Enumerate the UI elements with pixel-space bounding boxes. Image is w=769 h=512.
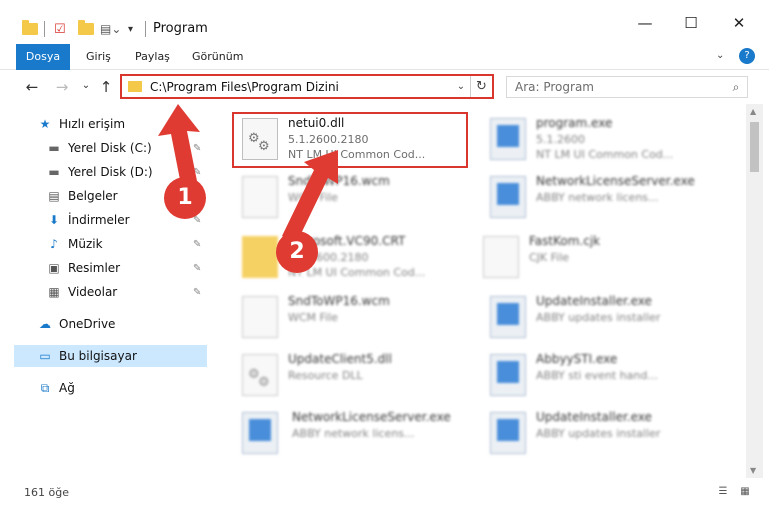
step-badge-1: 1	[164, 177, 206, 219]
annotation-arrows	[158, 104, 338, 244]
arrow-2-icon	[282, 150, 338, 244]
step-badge-2: 2	[276, 231, 318, 273]
